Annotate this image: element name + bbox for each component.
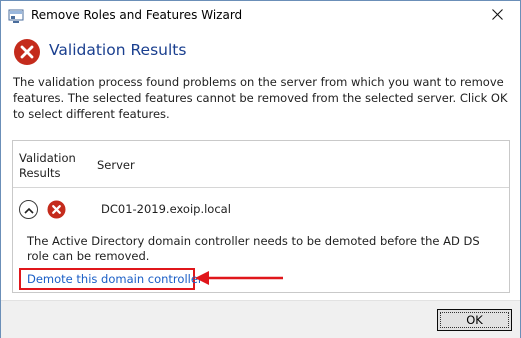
chevron-up-icon [23, 203, 34, 217]
page-title: Validation Results [49, 41, 187, 59]
column-header-server: Server [97, 158, 135, 172]
description-text: The validation process found problems on… [13, 75, 508, 121]
close-icon [491, 8, 503, 23]
wizard-window: Remove Roles and Features Wizard Validat… [0, 0, 521, 338]
result-message: The Active Directory domain controller n… [27, 234, 480, 263]
column-header-validation-results: Validation Results [19, 151, 76, 180]
demote-domain-controller-link[interactable]: Demote this domain controller [27, 272, 203, 286]
header-divider [13, 187, 509, 188]
result-row: DC01-2019.exoip.local [13, 199, 509, 221]
close-button[interactable] [474, 1, 520, 30]
error-icon [13, 38, 41, 69]
error-icon [47, 200, 66, 222]
highlight-box: Demote this domain controller [19, 268, 203, 290]
collapse-button[interactable] [19, 200, 38, 219]
server-name: DC01-2019.exoip.local [101, 202, 231, 216]
arrow-annotation [195, 270, 285, 289]
server-manager-icon [8, 8, 24, 24]
title-bar[interactable]: Remove Roles and Features Wizard [1, 1, 520, 31]
ok-button[interactable]: OK [437, 309, 512, 331]
footer-bar: OK [1, 300, 520, 338]
window-title: Remove Roles and Features Wizard [31, 8, 243, 22]
